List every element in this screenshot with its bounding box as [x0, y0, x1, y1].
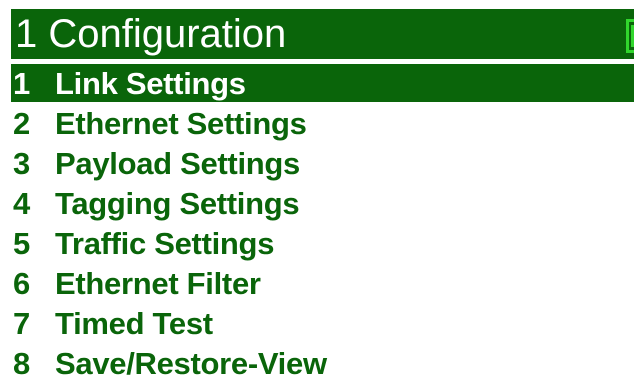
menu-item-traffic-settings[interactable]: 5 Traffic Settings [11, 224, 634, 264]
menu-item-label: Link Settings [55, 66, 246, 101]
menu-item-number: 6 [13, 266, 31, 301]
menu-item-timed-test[interactable]: 7 Timed Test [11, 304, 634, 344]
title-bar: 1 Configuration [11, 9, 634, 59]
menu-item-number: 2 [13, 106, 31, 141]
menu-item-label: Payload Settings [55, 146, 300, 181]
menu-item-number: 8 [13, 346, 31, 377]
configuration-menu: 1 Link Settings 2 Ethernet Settings 3 Pa… [11, 64, 634, 377]
menu-item-label: Timed Test [55, 306, 213, 341]
menu-item-number: 3 [13, 146, 31, 181]
menu-item-payload-settings[interactable]: 3 Payload Settings [11, 144, 634, 184]
menu-item-number: 1 [13, 66, 31, 101]
menu-item-number: 7 [13, 306, 31, 341]
menu-item-ethernet-filter[interactable]: 6 Ethernet Filter [11, 264, 634, 304]
menu-item-ethernet-settings[interactable]: 2 Ethernet Settings [11, 104, 634, 144]
menu-item-label: Tagging Settings [55, 186, 300, 221]
battery-icon [626, 19, 634, 53]
menu-item-number: 4 [13, 186, 31, 221]
menu-item-number: 5 [13, 226, 31, 261]
page-title: 1 Configuration [15, 12, 287, 56]
menu-item-link-settings[interactable]: 1 Link Settings [11, 64, 634, 102]
menu-item-label: Traffic Settings [55, 226, 275, 261]
menu-item-label: Ethernet Filter [55, 266, 261, 301]
menu-item-tagging-settings[interactable]: 4 Tagging Settings [11, 184, 634, 224]
menu-item-save-restore-view[interactable]: 8 Save/Restore-View [11, 344, 634, 377]
menu-item-label: Save/Restore-View [55, 346, 327, 377]
menu-item-label: Ethernet Settings [55, 106, 307, 141]
